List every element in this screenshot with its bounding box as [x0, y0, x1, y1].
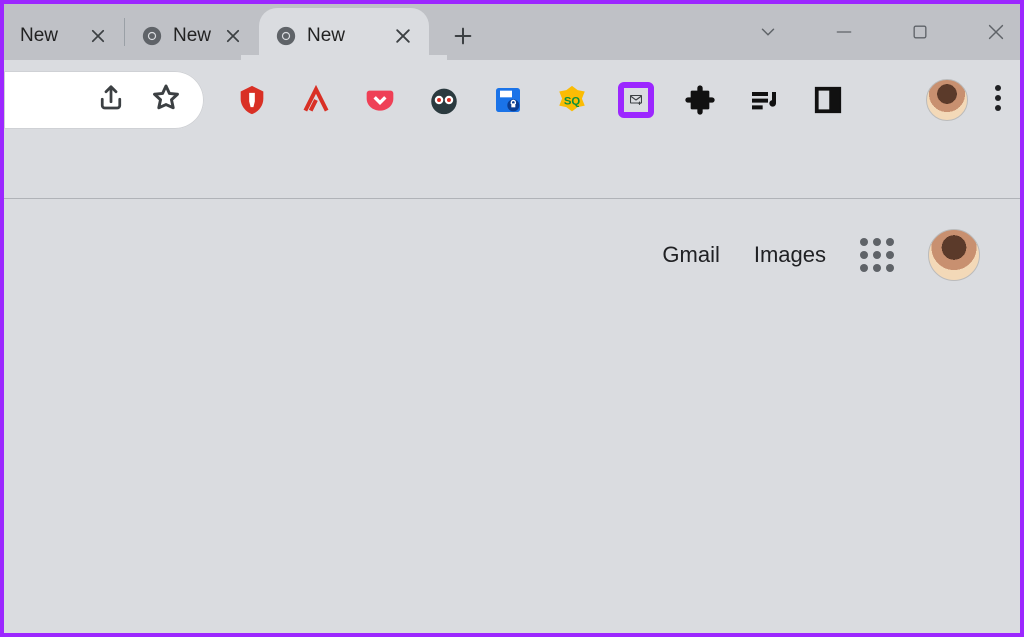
- images-link[interactable]: Images: [754, 242, 826, 268]
- share-icon[interactable]: [96, 83, 126, 118]
- gmail-link[interactable]: Gmail: [662, 242, 719, 268]
- tab-close-icon[interactable]: [221, 24, 245, 48]
- tab-2-active[interactable]: New: [259, 8, 429, 64]
- sidepanel-icon[interactable]: [810, 82, 846, 118]
- content-header: Gmail Images: [4, 199, 1020, 281]
- tab-0[interactable]: New: [4, 12, 124, 60]
- tab-search-chevron-icon[interactable]: [754, 18, 782, 46]
- tab-title: New: [307, 25, 345, 47]
- adblock-icon[interactable]: [234, 82, 270, 118]
- window-minimize-button[interactable]: [830, 18, 858, 46]
- tab-1[interactable]: New: [125, 12, 259, 60]
- profile-avatar[interactable]: [926, 79, 968, 121]
- omnibox[interactable]: [4, 71, 204, 129]
- tab-title: New: [20, 25, 58, 47]
- sq-badge-icon[interactable]: SQ: [554, 82, 590, 118]
- tab-close-icon[interactable]: [391, 24, 415, 48]
- google-apps-icon[interactable]: [860, 238, 894, 272]
- pocket-icon[interactable]: [362, 82, 398, 118]
- mail-compose-extension-icon[interactable]: [618, 82, 654, 118]
- triangle-red-icon[interactable]: [298, 82, 334, 118]
- save-lock-icon[interactable]: [490, 82, 526, 118]
- goggles-bot-icon[interactable]: [426, 82, 462, 118]
- extensions-row: SQ: [234, 82, 846, 118]
- tab-close-icon[interactable]: [86, 24, 110, 48]
- extensions-puzzle-icon[interactable]: [682, 82, 718, 118]
- bookmark-star-icon[interactable]: [150, 82, 182, 119]
- chrome-favicon-icon: [275, 25, 297, 47]
- tab-title: New: [173, 25, 211, 47]
- kebab-menu-icon[interactable]: [994, 83, 1002, 118]
- queue-music-icon[interactable]: [746, 82, 782, 118]
- chrome-favicon-icon: [141, 25, 163, 47]
- window-maximize-button[interactable]: [906, 18, 934, 46]
- account-avatar[interactable]: [928, 229, 980, 281]
- svg-text:SQ: SQ: [564, 95, 581, 107]
- window-controls: [754, 4, 1010, 60]
- new-tab-button[interactable]: [443, 16, 483, 56]
- tab-strip: New New New: [4, 4, 1020, 60]
- window-close-button[interactable]: [982, 18, 1010, 46]
- browser-toolbar: SQ: [4, 60, 1020, 140]
